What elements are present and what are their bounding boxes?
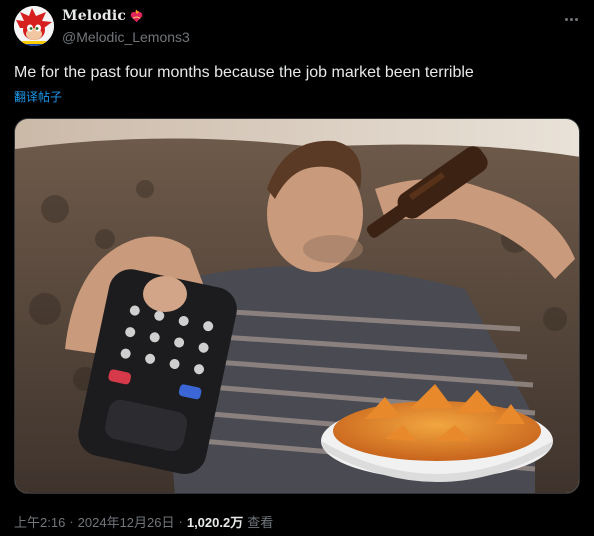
meta-separator: ·: [69, 514, 74, 529]
author-handle[interactable]: @Melodic_Lemons3: [62, 29, 190, 45]
author-display-name[interactable]: Melodic: [62, 8, 190, 24]
sonic-avatar-icon: [14, 6, 54, 46]
more-options-button[interactable]: [560, 8, 582, 30]
tweet-date[interactable]: 2024年12月26日: [78, 512, 175, 531]
display-name-text: Melodic: [62, 8, 127, 24]
author-avatar[interactable]: [14, 6, 54, 46]
author-names: Melodic @Melodic_Lemons3: [62, 8, 190, 45]
tweet-time[interactable]: 上午2:16: [14, 512, 65, 531]
translate-post-link[interactable]: 翻译帖子: [14, 88, 62, 105]
more-dot-icon: [564, 17, 568, 21]
more-dot-icon: [569, 17, 573, 21]
tweet-meta: 上午2:16 · 2024年12月26日 · 1,020.2万 查看: [14, 512, 273, 531]
tweet-text: Me for the past four months because the …: [14, 64, 474, 81]
heart-fire-icon: [130, 8, 143, 22]
tweet-media-image[interactable]: [14, 118, 580, 494]
views-count: 1,020.2万: [186, 515, 244, 530]
views-label: 查看: [247, 515, 274, 530]
more-dot-icon: [574, 17, 578, 21]
tweet-header: Melodic @Melodic_Lemons3: [14, 6, 584, 50]
meta-separator: ·: [178, 514, 183, 529]
photo-man-couch-remote-beer-chips: [15, 119, 579, 493]
